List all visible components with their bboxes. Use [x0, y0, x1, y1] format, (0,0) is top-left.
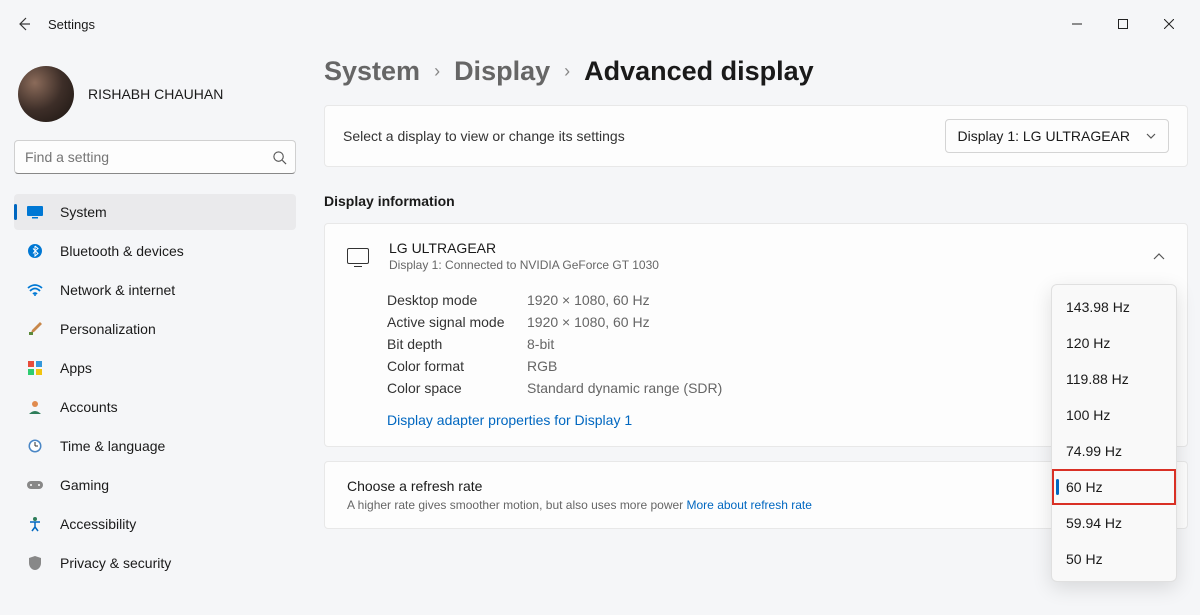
- chevron-right-icon: ›: [434, 61, 440, 82]
- monitor-outline-icon: [347, 248, 369, 264]
- display-info-header[interactable]: LG ULTRAGEAR Display 1: Connected to NVI…: [325, 224, 1187, 286]
- collapse-button[interactable]: [1153, 253, 1165, 260]
- sidebar-item-privacy[interactable]: Privacy & security: [14, 545, 296, 581]
- sidebar-item-apps[interactable]: Apps: [14, 350, 296, 386]
- sidebar-item-label: Time & language: [60, 438, 165, 454]
- main-content: System › Display › Advanced display Sele…: [310, 48, 1200, 615]
- refresh-rate-title: Choose a refresh rate: [347, 478, 1165, 494]
- sidebar-item-time[interactable]: Time & language: [14, 428, 296, 464]
- sidebar-item-gaming[interactable]: Gaming: [14, 467, 296, 503]
- adapter-properties-link[interactable]: Display adapter properties for Display 1: [387, 412, 632, 428]
- sidebar-item-label: Gaming: [60, 477, 109, 493]
- refresh-rate-option[interactable]: 74.99 Hz: [1052, 433, 1176, 469]
- shield-icon: [26, 554, 44, 572]
- spec-row: Bit depth8-bit: [387, 336, 1165, 352]
- selector-text: Select a display to view or change its s…: [343, 128, 625, 144]
- person-icon: [26, 398, 44, 416]
- refresh-rate-option[interactable]: 50 Hz: [1052, 541, 1176, 577]
- apps-icon: [26, 359, 44, 377]
- sidebar-item-label: Privacy & security: [60, 555, 171, 571]
- refresh-rate-option-selected[interactable]: 60 Hz: [1052, 469, 1176, 505]
- user-name: RISHABH CHAUHAN: [88, 86, 223, 102]
- window-title: Settings: [48, 17, 95, 32]
- sidebar-item-bluetooth[interactable]: Bluetooth & devices: [14, 233, 296, 269]
- spec-row: Desktop mode1920 × 1080, 60 Hz: [387, 292, 1165, 308]
- display-subtitle: Display 1: Connected to NVIDIA GeForce G…: [389, 258, 659, 272]
- refresh-rate-subtitle: A higher rate gives smoother motion, but…: [347, 498, 1165, 512]
- breadcrumb-system[interactable]: System: [324, 56, 420, 87]
- arrow-left-icon: [16, 16, 32, 32]
- search-field[interactable]: [25, 149, 272, 165]
- chevron-down-icon: [1146, 133, 1156, 139]
- sidebar-item-accessibility[interactable]: Accessibility: [14, 506, 296, 542]
- chevron-right-icon: ›: [564, 61, 570, 82]
- sidebar-item-accounts[interactable]: Accounts: [14, 389, 296, 425]
- sidebar-item-label: Network & internet: [60, 282, 175, 298]
- breadcrumb-display[interactable]: Display: [454, 56, 550, 87]
- refresh-rate-option[interactable]: 120 Hz: [1052, 325, 1176, 361]
- display-name: LG ULTRAGEAR: [389, 240, 659, 256]
- brush-icon: [26, 320, 44, 338]
- display-dropdown-value: Display 1: LG ULTRAGEAR: [958, 128, 1130, 144]
- nav-list: System Bluetooth & devices Network & int…: [14, 194, 296, 581]
- accessibility-icon: [26, 515, 44, 533]
- sidebar-item-label: System: [60, 204, 107, 220]
- sidebar: RISHABH CHAUHAN System Bluetooth & devic…: [0, 48, 310, 615]
- close-button[interactable]: [1146, 8, 1192, 40]
- user-profile[interactable]: RISHABH CHAUHAN: [14, 60, 296, 140]
- clock-icon: [26, 437, 44, 455]
- sidebar-item-label: Personalization: [60, 321, 156, 337]
- search-icon: [272, 150, 287, 165]
- sidebar-item-label: Accounts: [60, 399, 118, 415]
- sidebar-item-label: Accessibility: [60, 516, 136, 532]
- monitor-icon: [26, 203, 44, 221]
- sidebar-item-label: Bluetooth & devices: [60, 243, 184, 259]
- display-selector-card: Select a display to view or change its s…: [324, 105, 1188, 167]
- chevron-up-icon: [1153, 253, 1165, 260]
- search-input[interactable]: [14, 140, 296, 174]
- back-button[interactable]: [8, 8, 40, 40]
- spec-row: Color formatRGB: [387, 358, 1165, 374]
- wifi-icon: [26, 281, 44, 299]
- refresh-rate-option[interactable]: 59.94 Hz: [1052, 505, 1176, 541]
- sidebar-item-network[interactable]: Network & internet: [14, 272, 296, 308]
- minimize-button[interactable]: [1054, 8, 1100, 40]
- refresh-rate-option[interactable]: 119.88 Hz: [1052, 361, 1176, 397]
- display-dropdown[interactable]: Display 1: LG ULTRAGEAR: [945, 119, 1169, 153]
- section-label: Display information: [324, 193, 1188, 209]
- sidebar-item-label: Apps: [60, 360, 92, 376]
- close-icon: [1164, 19, 1174, 29]
- gamepad-icon: [26, 476, 44, 494]
- spec-row: Active signal mode1920 × 1080, 60 Hz: [387, 314, 1165, 330]
- sidebar-item-personalization[interactable]: Personalization: [14, 311, 296, 347]
- refresh-rate-option[interactable]: 100 Hz: [1052, 397, 1176, 433]
- display-info-card: LG ULTRAGEAR Display 1: Connected to NVI…: [324, 223, 1188, 447]
- refresh-rate-dropdown-popup: 143.98 Hz 120 Hz 119.88 Hz 100 Hz 74.99 …: [1051, 284, 1177, 582]
- spec-row: Color spaceStandard dynamic range (SDR): [387, 380, 1165, 396]
- maximize-icon: [1118, 19, 1128, 29]
- avatar: [18, 66, 74, 122]
- titlebar: Settings: [0, 0, 1200, 48]
- refresh-rate-learn-more-link[interactable]: More about refresh rate: [687, 498, 812, 512]
- bluetooth-icon: [26, 242, 44, 260]
- maximize-button[interactable]: [1100, 8, 1146, 40]
- window-controls: [1054, 8, 1192, 40]
- refresh-rate-option[interactable]: 143.98 Hz: [1052, 289, 1176, 325]
- sidebar-item-system[interactable]: System: [14, 194, 296, 230]
- minimize-icon: [1072, 19, 1082, 29]
- breadcrumb: System › Display › Advanced display: [324, 56, 1188, 87]
- breadcrumb-current: Advanced display: [584, 56, 814, 87]
